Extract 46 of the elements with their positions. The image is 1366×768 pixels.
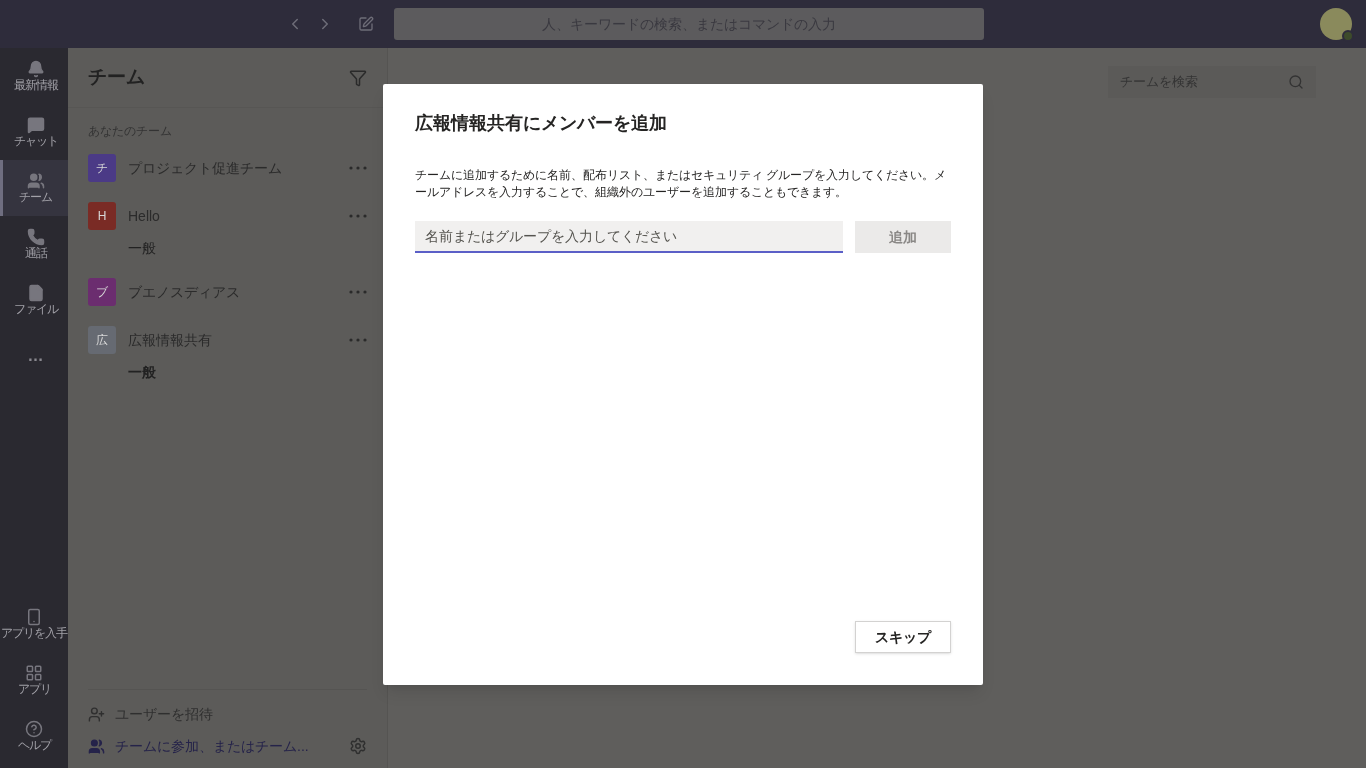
rail-label: 通話 [24, 246, 47, 260]
name-input-field[interactable]: 名前またはグループを入力してください [415, 221, 843, 253]
rail-label: アプリを入手 [1, 626, 67, 640]
people-icon [26, 172, 45, 190]
chat-icon [26, 116, 45, 134]
avatar[interactable] [1320, 8, 1352, 40]
skip-button[interactable]: スキップ [855, 621, 951, 653]
team-avatar: ブ [88, 278, 116, 306]
compose-icon[interactable] [358, 16, 374, 32]
rail-item[interactable]: 通話 [0, 216, 68, 272]
dialog-description: チームに追加するために名前、配布リスト、またはセキュリティ グループを入力してください。メールアドレスを入力することで、組織外のユーザーを追加することもできます。 [415, 168, 948, 200]
rail-label: チーム [19, 190, 52, 204]
filter-icon[interactable] [349, 68, 367, 87]
rail-item[interactable]: ファイル [0, 272, 68, 328]
phone-icon [26, 228, 45, 246]
phone-device-icon [25, 608, 43, 626]
dialog-title: 広報情報共有にメンバーを追加 [415, 112, 668, 135]
search-icon [1288, 74, 1304, 90]
file-icon [26, 284, 45, 302]
more-options-icon[interactable] [349, 290, 367, 294]
people-icon [88, 737, 105, 755]
rail-item[interactable]: チャット [0, 104, 68, 160]
rail-label: アプリ [17, 682, 51, 696]
team-avatar: チ [88, 154, 116, 182]
apps-icon [25, 664, 43, 682]
rail-item[interactable]: ヘルプ [0, 708, 68, 764]
more-options-icon[interactable] [349, 214, 367, 218]
team-avatar: H [88, 202, 116, 230]
rail-label: ヘルプ [17, 738, 51, 752]
rail-item[interactable]: 最新情報 [0, 48, 68, 104]
rail-item[interactable]: アプリを入手 [0, 596, 68, 652]
sidebar-title: チーム [88, 65, 145, 90]
rail-item[interactable]: … [0, 328, 68, 384]
rail-item[interactable]: アプリ [0, 652, 68, 708]
rail-item[interactable]: チーム [0, 160, 68, 216]
team-avatar: 広 [88, 326, 116, 354]
bell-icon [26, 60, 45, 78]
more-options-icon[interactable] [349, 166, 367, 170]
rail-label: チャット [13, 134, 58, 148]
invite-icon [88, 705, 105, 723]
rail-label: … [27, 349, 44, 363]
rail-label: ファイル [13, 302, 58, 316]
rail-label: 最新情報 [13, 78, 58, 92]
help-icon [25, 720, 43, 738]
settings-icon[interactable] [349, 737, 367, 755]
more-options-icon[interactable] [349, 338, 367, 342]
